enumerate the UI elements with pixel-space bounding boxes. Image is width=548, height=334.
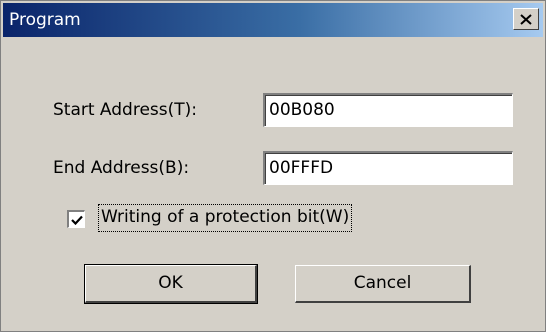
close-icon bbox=[520, 13, 532, 25]
start-address-input[interactable]: 00B080 bbox=[263, 93, 513, 127]
cancel-button[interactable]: Cancel bbox=[295, 265, 471, 303]
program-dialog: Program Start Address(T): 00B080 End Add… bbox=[0, 0, 546, 332]
end-address-input[interactable]: 00FFFD bbox=[263, 151, 513, 185]
checkmark-icon bbox=[70, 215, 83, 225]
ok-button[interactable]: OK bbox=[84, 264, 258, 304]
end-address-label: End Address(B): bbox=[53, 158, 190, 178]
title-bar[interactable]: Program bbox=[3, 3, 543, 37]
protection-bit-checkbox[interactable] bbox=[67, 210, 85, 228]
protection-bit-label[interactable]: Writing of a protection bit(W) bbox=[97, 204, 353, 232]
start-address-label: Start Address(T): bbox=[53, 100, 198, 120]
window-title: Program bbox=[9, 10, 81, 30]
close-button[interactable] bbox=[513, 8, 539, 30]
